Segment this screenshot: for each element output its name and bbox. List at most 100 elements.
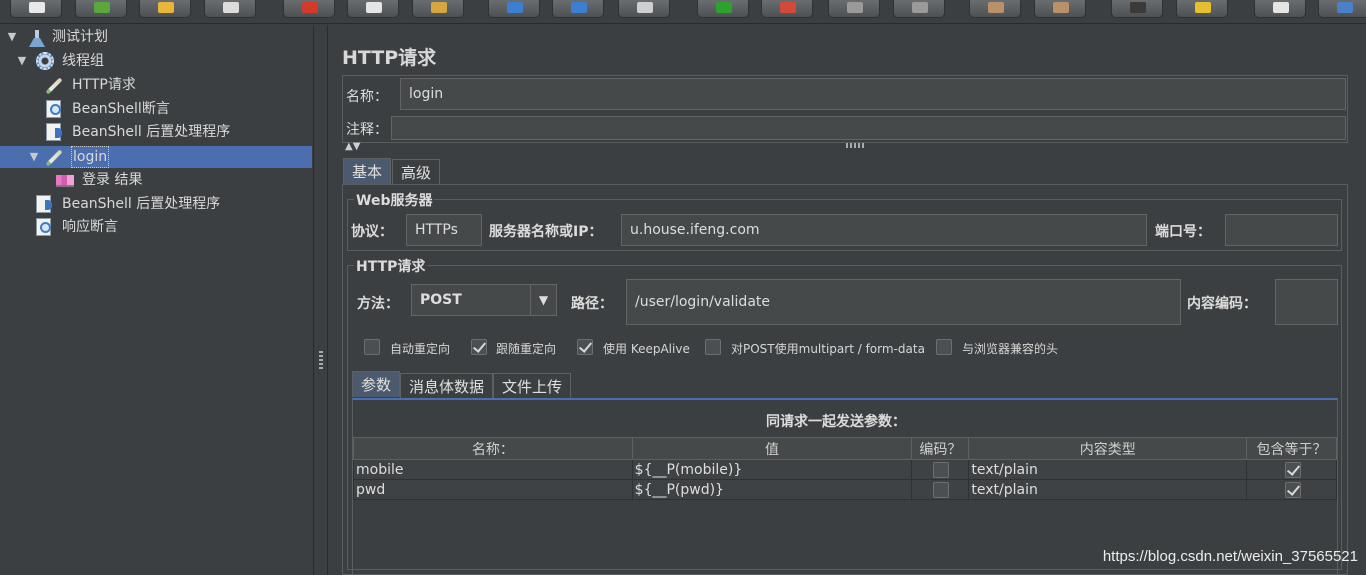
tab-advanced[interactable]: 高级: [392, 159, 441, 185]
doc-icon: [46, 123, 62, 141]
templates-icon: [94, 2, 110, 13]
collapse-button[interactable]: [552, 0, 604, 18]
include-equals-cell[interactable]: [1246, 459, 1337, 480]
chart-icon: [56, 175, 74, 187]
tab-body-data[interactable]: 消息体数据: [400, 373, 494, 399]
clear-button[interactable]: [969, 0, 1021, 18]
help-button[interactable]: [1318, 0, 1366, 18]
new-icon: [29, 2, 45, 13]
params-caption: 同请求一起发送参数：: [766, 414, 906, 430]
start-no-pause-button[interactable]: [761, 0, 813, 18]
column-header-name[interactable]: 名称：: [353, 437, 633, 460]
column-header-value[interactable]: 值: [631, 437, 913, 460]
multipart-checkbox[interactable]: [705, 339, 721, 355]
port-field[interactable]: [1225, 214, 1338, 246]
tree-node-http-request[interactable]: HTTP请求: [0, 74, 314, 96]
gear-icon: [36, 52, 54, 70]
chevron-down-icon[interactable]: ▼: [530, 285, 556, 315]
templates-button[interactable]: [75, 0, 127, 18]
encoding-field[interactable]: [1275, 279, 1338, 325]
split-pane-divider[interactable]: [314, 25, 328, 575]
reset-search-icon: [1195, 2, 1211, 13]
search-icon: [1130, 2, 1146, 13]
encode-cell[interactable]: [911, 459, 970, 480]
column-header-encode[interactable]: 编码？: [911, 437, 970, 460]
open-button[interactable]: [139, 0, 191, 18]
copy-icon: [366, 2, 382, 13]
expand-arrow-icon[interactable]: ▼: [28, 146, 40, 168]
function-helper-button[interactable]: [1254, 0, 1306, 18]
cut-icon: [302, 2, 318, 13]
auto-redirect-checkbox[interactable]: [364, 339, 380, 355]
copy-button[interactable]: [347, 0, 399, 18]
param-value-cell[interactable]: ${__P(mobile)}: [631, 459, 913, 480]
column-header-content-type[interactable]: 内容类型: [968, 437, 1248, 460]
start-button[interactable]: [697, 0, 749, 18]
param-value-cell[interactable]: ${__P(pwd)}: [631, 479, 913, 500]
tab-file-upload[interactable]: 文件上传: [493, 373, 572, 399]
server-field[interactable]: u.house.ifeng.com: [621, 214, 1147, 246]
collapse-arrows-icon[interactable]: ▲▼: [345, 141, 360, 152]
server-label: 服务器名称或IP：: [489, 224, 603, 240]
page-title: HTTP请求: [342, 47, 437, 69]
keepalive-label: 使用 KeepAlive: [603, 342, 690, 356]
name-field[interactable]: login: [400, 78, 1346, 110]
tab-basic[interactable]: 基本: [343, 158, 392, 184]
table-row[interactable]: mobile ${__P(mobile)} text/plain: [353, 459, 1337, 480]
comment-field[interactable]: [391, 116, 1346, 140]
pencil-icon: [45, 77, 63, 95]
web-server-legend: Web服务器: [354, 190, 435, 210]
column-header-include-equals[interactable]: 包含等于？: [1246, 437, 1337, 460]
encode-checkbox[interactable]: [933, 461, 950, 478]
include-equals-checkbox[interactable]: [1284, 481, 1301, 498]
magnifier-doc-icon: [36, 218, 51, 236]
search-button[interactable]: [1111, 0, 1163, 18]
encode-cell[interactable]: [911, 479, 970, 500]
clear-all-button[interactable]: [1034, 0, 1086, 18]
tree-node-thread-group[interactable]: ▼ 线程组: [0, 50, 314, 72]
param-name-cell[interactable]: mobile: [353, 459, 633, 480]
tree-node-beanshell-postprocessor-2[interactable]: BeanShell 后置处理程序: [0, 193, 314, 215]
content-type-cell[interactable]: text/plain: [968, 479, 1248, 500]
tree-node-label: BeanShell 后置处理程序: [72, 124, 231, 140]
path-field[interactable]: /user/login/validate: [626, 279, 1181, 325]
stop-button[interactable]: [828, 0, 880, 18]
tree-node-test-plan[interactable]: ▼ 测试计划: [0, 26, 314, 48]
method-select[interactable]: POST ▼: [411, 284, 557, 316]
include-equals-checkbox[interactable]: [1284, 461, 1301, 478]
reset-search-button[interactable]: [1176, 0, 1228, 18]
toggle-button[interactable]: [618, 0, 670, 18]
clear-icon: [988, 2, 1004, 13]
tree-node-response-assertion[interactable]: 响应断言: [0, 216, 314, 238]
clear-all-icon: [1053, 2, 1069, 13]
keepalive-checkbox[interactable]: [577, 339, 593, 355]
table-row[interactable]: pwd ${__P(pwd)} text/plain: [353, 479, 1337, 500]
tree-node-beanshell-postprocessor[interactable]: BeanShell 后置处理程序: [0, 121, 314, 143]
tree-node-beanshell-assertion[interactable]: BeanShell断言: [0, 98, 314, 120]
open-icon: [158, 2, 174, 13]
http-request-legend: HTTP请求: [354, 256, 428, 276]
tab-parameters[interactable]: 参数: [352, 371, 401, 397]
expand-arrow-icon[interactable]: ▼: [6, 26, 18, 48]
expand-button[interactable]: [488, 0, 540, 18]
save-button[interactable]: [204, 0, 256, 18]
encode-checkbox[interactable]: [933, 481, 950, 498]
include-equals-cell[interactable]: [1246, 479, 1337, 500]
new-button[interactable]: [10, 0, 62, 18]
help-icon: [1337, 2, 1353, 13]
param-name-cell[interactable]: pwd: [353, 479, 633, 500]
shutdown-button[interactable]: [893, 0, 945, 18]
tree-node-login[interactable]: ▼ login: [0, 146, 312, 168]
expand-arrow-icon[interactable]: ▼: [16, 50, 28, 72]
tree-node-label: login: [71, 146, 110, 168]
follow-redirect-checkbox[interactable]: [471, 339, 487, 355]
tree-node-login-results[interactable]: 登录 结果: [0, 169, 314, 191]
browser-headers-checkbox[interactable]: [936, 339, 952, 355]
content-type-cell[interactable]: text/plain: [968, 459, 1248, 480]
paste-button[interactable]: [412, 0, 464, 18]
divider-grip-icon[interactable]: [846, 143, 864, 148]
cut-button[interactable]: [283, 0, 335, 18]
name-label: 名称：: [346, 89, 388, 105]
protocol-field[interactable]: HTTPs: [406, 214, 482, 246]
paste-icon: [431, 2, 447, 13]
